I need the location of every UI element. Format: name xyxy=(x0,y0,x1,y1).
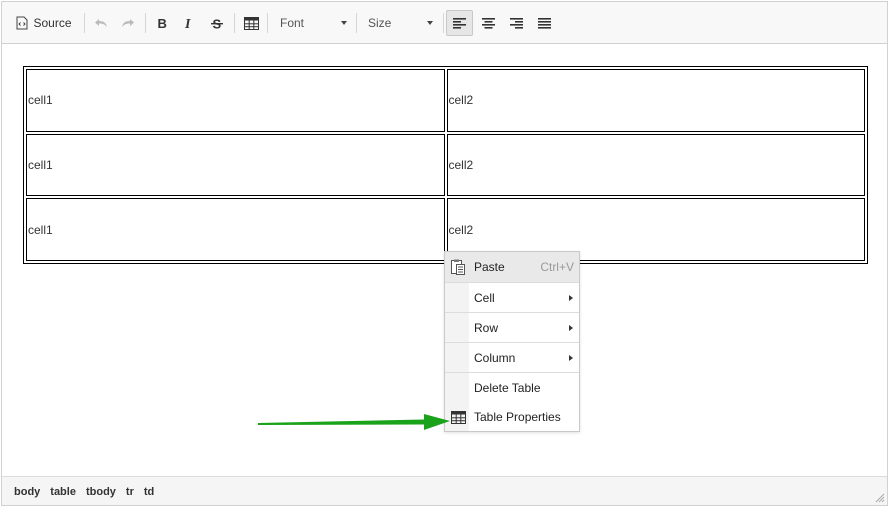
toolbar-divider xyxy=(234,13,235,33)
toolbar-divider xyxy=(267,13,268,33)
table-cell[interactable]: cell2 xyxy=(446,133,865,197)
path-item-tr[interactable]: tr xyxy=(126,486,134,498)
bold-icon: B xyxy=(157,17,166,29)
submenu-arrow-icon xyxy=(569,325,573,331)
align-justify-button[interactable] xyxy=(532,10,556,36)
path-item-tbody[interactable]: tbody xyxy=(86,486,116,498)
submenu-arrow-icon xyxy=(569,355,573,361)
toolbar-divider xyxy=(443,13,444,33)
undo-icon xyxy=(95,19,107,27)
delete-table-label: Delete Table xyxy=(474,381,541,395)
undo-button[interactable] xyxy=(90,10,112,36)
editor-toolbar: Source B I S Font Size xyxy=(2,2,887,44)
strikethrough-icon: S xyxy=(211,17,223,30)
align-right-icon xyxy=(509,17,523,29)
menu-item-row[interactable]: Row xyxy=(445,313,579,343)
table-properties-label: Table Properties xyxy=(474,410,561,424)
cell-label: Cell xyxy=(474,291,495,305)
paste-label: Paste xyxy=(474,260,505,274)
size-dropdown-label: Size xyxy=(368,16,392,30)
strikethrough-button[interactable]: S xyxy=(206,10,228,36)
align-center-icon xyxy=(481,17,495,29)
submenu-arrow-icon xyxy=(569,295,573,301)
chevron-down-icon xyxy=(427,21,433,25)
table-row: cell1 cell2 xyxy=(26,69,865,132)
path-item-td[interactable]: td xyxy=(144,486,154,498)
bold-button[interactable]: B xyxy=(151,10,173,36)
path-item-body[interactable]: body xyxy=(14,486,40,498)
pointer-arrow-icon xyxy=(258,414,450,430)
align-left-icon xyxy=(453,17,466,29)
element-path-bar: body table tbody tr td xyxy=(2,476,887,505)
align-justify-icon xyxy=(537,17,551,29)
menu-item-column[interactable]: Column xyxy=(445,343,579,373)
redo-icon xyxy=(122,19,134,27)
italic-icon: I xyxy=(184,17,191,29)
toolbar-divider xyxy=(145,13,146,33)
align-right-button[interactable] xyxy=(504,10,528,36)
align-center-button[interactable] xyxy=(476,10,500,36)
table-cell[interactable]: cell1 xyxy=(26,198,445,261)
table-row: cell1 cell2 xyxy=(26,133,865,197)
source-label: Source xyxy=(33,16,72,30)
menu-item-paste[interactable]: Paste Ctrl+V xyxy=(445,252,579,282)
source-code-icon xyxy=(16,16,28,30)
svg-text:B: B xyxy=(157,17,166,29)
align-left-button[interactable] xyxy=(446,10,473,36)
menu-item-table-properties[interactable]: Table Properties xyxy=(445,402,579,432)
source-button[interactable]: Source xyxy=(10,10,78,36)
chevron-down-icon xyxy=(341,21,347,25)
insert-table-button[interactable] xyxy=(240,10,262,36)
italic-button[interactable]: I xyxy=(178,10,200,36)
table-cell[interactable]: cell1 xyxy=(26,69,445,132)
arrow-shape xyxy=(258,414,450,430)
font-family-dropdown[interactable]: Font xyxy=(269,10,353,36)
column-label: Column xyxy=(474,351,516,365)
table-icon xyxy=(243,16,259,30)
menu-item-cell[interactable]: Cell xyxy=(445,283,579,313)
document-table[interactable]: cell1 cell2 cell1 cell2 cell1 cell2 xyxy=(23,66,868,264)
svg-text:I: I xyxy=(184,17,191,29)
menu-item-delete-table[interactable]: Delete Table xyxy=(445,373,579,403)
redo-button[interactable] xyxy=(117,10,139,36)
element-path: body table tbody tr td xyxy=(14,486,154,498)
paste-shortcut: Ctrl+V xyxy=(540,260,574,274)
clipboard-icon xyxy=(449,258,467,276)
table-cell[interactable]: cell1 xyxy=(26,133,445,197)
resize-grip-icon[interactable] xyxy=(875,493,885,503)
row-label: Row xyxy=(474,321,499,335)
toolbar-divider xyxy=(84,13,85,33)
table-cell[interactable]: cell2 xyxy=(446,69,865,132)
path-item-table[interactable]: table xyxy=(50,486,76,498)
font-dropdown-label: Font xyxy=(280,16,305,30)
context-menu: Paste Ctrl+V Cell Row Column Delete Tabl… xyxy=(444,251,580,432)
font-size-dropdown[interactable]: Size xyxy=(357,10,439,36)
